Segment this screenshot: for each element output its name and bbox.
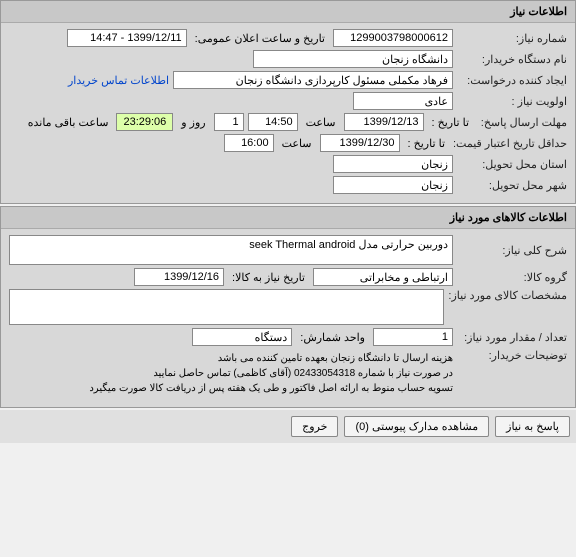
note-line-1: هزینه ارسال تا دانشگاه زنجان بعهده تامین…	[89, 351, 453, 366]
priority-label: اولویت نیاز :	[457, 95, 567, 108]
need-info-header: اطلاعات نیاز	[1, 1, 575, 23]
time-label-2: ساعت	[278, 137, 316, 150]
need-date-field[interactable]	[134, 268, 224, 286]
days-label: روز و	[177, 116, 209, 129]
remaining-label: ساعت باقی مانده	[24, 116, 113, 129]
buyer-label: نام دستگاه خریدار:	[457, 53, 567, 66]
delivery-state-field[interactable]	[333, 155, 453, 173]
unit-label: واحد شمارش:	[296, 331, 369, 344]
buyer-notes-text: هزینه ارسال تا دانشگاه زنجان بعهده تامین…	[89, 349, 453, 398]
to-date-label-2: تا تاریخ :	[404, 137, 449, 150]
goods-info-header: اطلاعات کالاهای مورد نیاز	[1, 207, 575, 229]
group-label: گروه کالا:	[457, 271, 567, 284]
need-number-field[interactable]	[333, 29, 453, 47]
validity-time-field[interactable]	[224, 134, 274, 152]
validity-date-field[interactable]	[320, 134, 400, 152]
footer-bar: پاسخ به نیاز مشاهده مدارک پیوستی (0) خرو…	[0, 410, 576, 443]
buyer-notes-label: توضیحات خریدار:	[457, 349, 567, 362]
deadline-date-field[interactable]	[344, 113, 424, 131]
requester-label: ایجاد کننده درخواست:	[457, 74, 567, 87]
contact-link[interactable]: اطلاعات تماس خریدار	[68, 74, 169, 87]
general-desc-field[interactable]: دوربین حرارتی مدل seek Thermal android	[9, 235, 453, 265]
reply-button[interactable]: پاسخ به نیاز	[495, 416, 570, 437]
to-date-label: تا تاریخ :	[428, 116, 473, 129]
requester-field[interactable]	[173, 71, 453, 89]
general-desc-label: شرح کلی نیاز:	[457, 244, 567, 257]
validity-label: حداقل تاریخ اعتبار قیمت:	[453, 137, 567, 150]
announce-label: تاریخ و ساعت اعلان عمومی:	[191, 32, 329, 45]
qty-label: تعداد / مقدار مورد نیاز:	[457, 331, 567, 344]
announce-field[interactable]	[67, 29, 187, 47]
deadline-label: مهلت ارسال پاسخ:	[477, 116, 567, 129]
goods-info-panel: اطلاعات کالاهای مورد نیاز شرح کلی نیاز: …	[0, 206, 576, 408]
unit-field[interactable]	[192, 328, 292, 346]
qty-field[interactable]	[373, 328, 453, 346]
view-docs-button[interactable]: مشاهده مدارک پیوستی (0)	[344, 416, 489, 437]
need-date-label: تاریخ نیاز به کالا:	[228, 271, 309, 284]
delivery-city-label: شهر محل تحویل:	[457, 179, 567, 192]
time-label-1: ساعت	[302, 116, 340, 129]
exit-button[interactable]: خروج	[291, 416, 338, 437]
remaining-time: 23:29:06	[116, 113, 173, 131]
days-field[interactable]	[214, 113, 244, 131]
note-line-2: در صورت نیاز با شماره 02433054318 (آقای …	[89, 366, 453, 381]
need-info-panel: اطلاعات نیاز شماره نیاز: تاریخ و ساعت اع…	[0, 0, 576, 204]
specs-field[interactable]	[9, 289, 444, 325]
priority-field[interactable]	[353, 92, 453, 110]
group-field[interactable]	[313, 268, 453, 286]
need-number-label: شماره نیاز:	[457, 32, 567, 45]
note-line-3: تسویه حساب منوط به ارائه اصل فاکتور و طی…	[89, 381, 453, 396]
deadline-time-field[interactable]	[248, 113, 298, 131]
delivery-city-field[interactable]	[333, 176, 453, 194]
buyer-field[interactable]	[253, 50, 453, 68]
specs-label: مشخصات کالای مورد نیاز:	[448, 289, 567, 302]
delivery-state-label: استان محل تحویل:	[457, 158, 567, 171]
